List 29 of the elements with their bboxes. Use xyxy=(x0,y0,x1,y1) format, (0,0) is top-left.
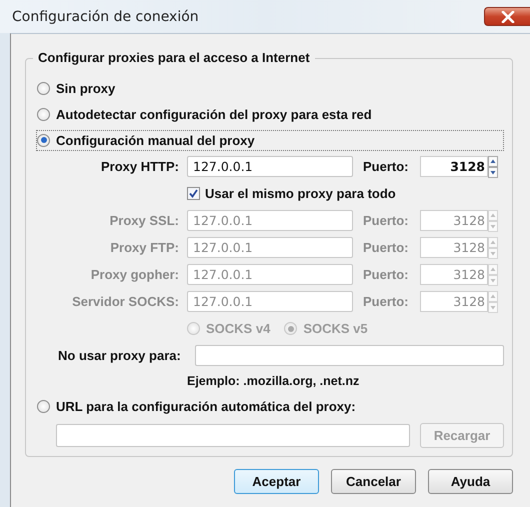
dialog-button[interactable]: Ayuda xyxy=(428,469,513,494)
proxy-label: Proxy SSL: xyxy=(108,213,180,228)
proxy-label: Proxy gopher: xyxy=(90,267,180,282)
no-proxy-field[interactable] xyxy=(195,345,504,366)
port-label: Puerto: xyxy=(362,294,410,309)
port-label: Puerto: xyxy=(362,213,410,228)
close-button[interactable] xyxy=(484,7,530,26)
group-title: Configurar proxies para el acceso a Internet xyxy=(33,50,315,65)
radio-option[interactable]: Autodetectar configuración del proxy para esta red xyxy=(36,104,376,124)
radio-option[interactable]: Sin proxy xyxy=(36,78,120,98)
proxy-label: Proxy HTTP: xyxy=(100,159,180,174)
proxy-label: Servidor SOCKS: xyxy=(71,294,180,309)
example-text: Ejemplo: .mozilla.org, .net.nz xyxy=(186,373,360,390)
host-field[interactable]: 127.0.0.1 xyxy=(187,156,353,177)
radio-option[interactable]: URL para la configuración automática del proxy: xyxy=(36,396,360,416)
spinner-icon[interactable] xyxy=(488,156,498,178)
checkmark-icon xyxy=(188,188,199,199)
radio-option[interactable]: Configuración manual del proxy xyxy=(36,130,504,150)
port-label: Puerto: xyxy=(362,240,410,255)
dialog-button[interactable]: Cancelar xyxy=(331,469,416,494)
close-icon xyxy=(500,10,514,22)
no-proxy-label: No usar proxy para: xyxy=(57,348,182,363)
window-title: Configuración de conexión xyxy=(12,8,199,24)
dialog-button[interactable]: Aceptar xyxy=(234,469,319,494)
proxy-label: Proxy FTP: xyxy=(109,240,180,255)
url-field[interactable] xyxy=(56,424,410,447)
port-label: Puerto: xyxy=(362,159,410,174)
same-proxy-checkbox[interactable]: Usar el mismo proxy para todo xyxy=(187,186,396,201)
port-label: Puerto: xyxy=(362,267,410,282)
